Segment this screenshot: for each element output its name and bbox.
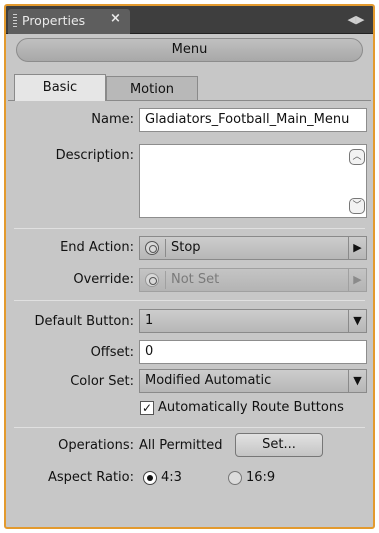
section-divider bbox=[14, 228, 365, 229]
name-label: Name: bbox=[91, 112, 134, 127]
target-icon bbox=[145, 273, 159, 287]
end-action-value: Stop bbox=[171, 240, 201, 255]
properties-tab-label: Properties bbox=[22, 13, 86, 28]
panel-menu-icon[interactable]: ◀▶ bbox=[346, 11, 366, 29]
operations-set-button[interactable]: Set... bbox=[235, 433, 323, 457]
override-dropdown[interactable]: Not Set ▶ bbox=[139, 268, 367, 292]
section-divider bbox=[14, 427, 365, 428]
section-divider bbox=[14, 300, 365, 301]
chevron-down-icon[interactable]: ▼ bbox=[348, 370, 366, 392]
operations-value: All Permitted bbox=[139, 438, 223, 453]
color-set-dropdown[interactable]: Modified Automatic ▼ bbox=[139, 369, 367, 393]
aspect-ratio-label: Aspect Ratio: bbox=[47, 470, 134, 485]
operations-label: Operations: bbox=[58, 438, 134, 453]
default-button-value: 1 bbox=[145, 313, 154, 328]
auto-route-checkbox[interactable]: ✓ bbox=[140, 401, 154, 415]
end-action-dropdown[interactable]: Stop ▶ bbox=[139, 236, 367, 260]
end-action-label: End Action: bbox=[60, 240, 134, 255]
target-icon bbox=[145, 241, 159, 255]
color-set-label: Color Set: bbox=[70, 374, 134, 389]
description-field[interactable] bbox=[139, 144, 367, 218]
aspect-16-9-label: 16:9 bbox=[246, 470, 276, 485]
override-value: Not Set bbox=[171, 272, 220, 287]
name-field[interactable]: Gladiators_Football_Main_Menu bbox=[139, 108, 367, 132]
default-button-label: Default Button: bbox=[34, 314, 134, 329]
override-label: Override: bbox=[73, 272, 134, 287]
properties-tab[interactable]: Properties × bbox=[8, 9, 130, 34]
object-type-header: Menu bbox=[16, 38, 363, 62]
close-icon[interactable]: × bbox=[110, 11, 121, 26]
chevron-down-icon[interactable]: ▼ bbox=[348, 310, 366, 332]
auto-route-label: Automatically Route Buttons bbox=[158, 400, 344, 415]
aspect-16-9-radio[interactable] bbox=[228, 471, 242, 485]
offset-field[interactable]: 0 bbox=[139, 340, 367, 364]
description-label: Description: bbox=[55, 148, 134, 163]
offset-label: Offset: bbox=[90, 345, 134, 360]
aspect-4-3-radio[interactable] bbox=[143, 471, 157, 485]
scroll-down-icon[interactable]: ﹀ bbox=[349, 198, 365, 214]
default-button-dropdown[interactable]: 1 ▼ bbox=[139, 309, 367, 333]
tab-motion[interactable]: Motion bbox=[106, 76, 198, 101]
grip-icon[interactable] bbox=[13, 14, 17, 28]
dropdown-separator bbox=[165, 239, 166, 257]
scroll-up-icon[interactable]: ︿ bbox=[349, 149, 365, 165]
play-arrow-icon[interactable]: ▶ bbox=[348, 237, 366, 259]
tab-basic[interactable]: Basic bbox=[14, 74, 106, 101]
panel-titlebar: Properties × ◀▶ bbox=[6, 6, 373, 34]
color-set-value: Modified Automatic bbox=[145, 373, 272, 388]
dropdown-separator bbox=[165, 271, 166, 289]
aspect-4-3-label: 4:3 bbox=[161, 470, 182, 485]
play-arrow-icon[interactable]: ▶ bbox=[348, 269, 366, 291]
properties-panel: Properties × ◀▶ Menu Basic Motion Name: … bbox=[4, 4, 375, 529]
